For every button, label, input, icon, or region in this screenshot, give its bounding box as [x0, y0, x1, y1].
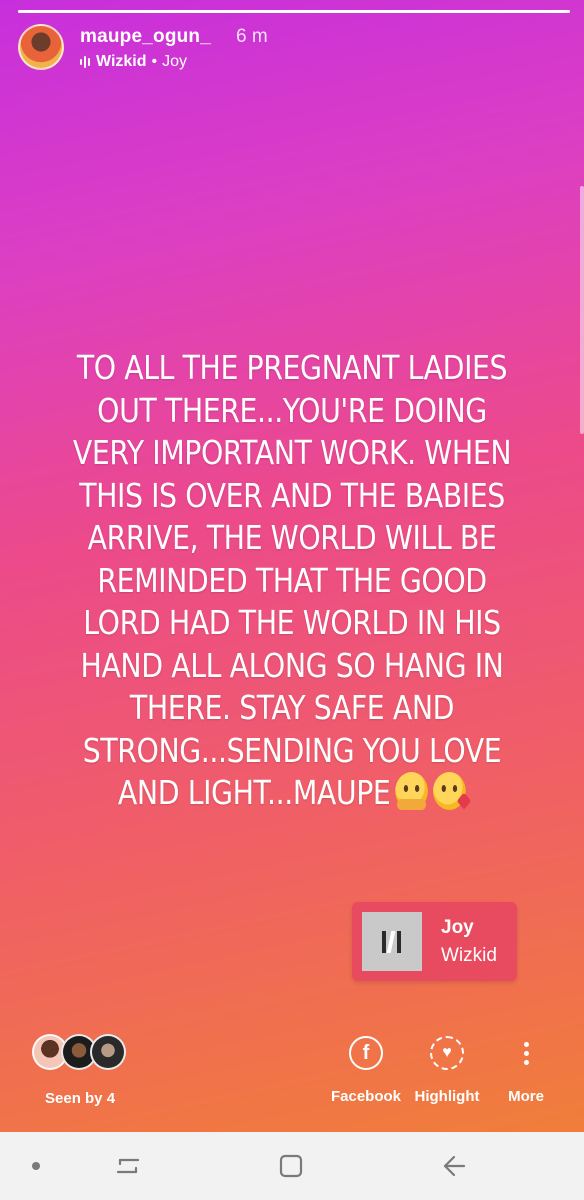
story-progress-bar: [18, 10, 570, 13]
hugging-face-emoji: [395, 772, 429, 810]
story-message: TO ALL THE PREGNANT LADIES OUT THERE...Y…: [67, 347, 518, 815]
highlight-heart-icon: ♥: [430, 1036, 464, 1070]
recents-icon[interactable]: [110, 1148, 146, 1184]
more-button[interactable]: More: [500, 1036, 552, 1105]
music-attribution[interactable]: Wizkid • Joy: [80, 53, 187, 71]
music-artist: Wizkid: [96, 53, 147, 70]
avatar[interactable]: [18, 24, 64, 70]
music-sticker[interactable]: Joy Wizkid: [352, 902, 517, 981]
music-logo-icon: [379, 929, 405, 955]
story-message-text: TO ALL THE PREGNANT LADIES OUT THERE...Y…: [72, 348, 512, 812]
music-title: Joy: [162, 53, 188, 70]
username[interactable]: maupe_ogun_: [80, 26, 211, 48]
facebook-icon: f: [349, 1036, 383, 1070]
system-navigation-bar: [0, 1132, 584, 1200]
album-art: [362, 912, 422, 971]
face-blowing-kiss-emoji: [433, 772, 472, 810]
more-vertical-icon: [500, 1036, 552, 1070]
story-view[interactable]: maupe_ogun_ 6 m Wizkid • Joy TO ALL THE …: [0, 0, 584, 1132]
viewer-avatars[interactable]: [32, 1034, 132, 1074]
music-separator: •: [151, 53, 158, 70]
highlight-button[interactable]: ♥ Highlight: [412, 1036, 482, 1105]
facebook-label: Facebook: [330, 1088, 402, 1105]
highlight-label: Highlight: [414, 1088, 480, 1105]
home-icon[interactable]: [273, 1148, 309, 1184]
facebook-share-button[interactable]: f Facebook: [330, 1036, 402, 1105]
back-icon[interactable]: [436, 1148, 472, 1184]
seen-by-label[interactable]: Seen by 4: [45, 1090, 115, 1107]
edge-scroll-indicator: [580, 186, 584, 434]
sticker-artist: Wizkid: [441, 945, 497, 966]
audio-bars-icon: [80, 55, 90, 69]
sticker-song-title: Joy: [441, 917, 474, 938]
home-dot-icon[interactable]: [18, 1148, 54, 1184]
story-header: maupe_ogun_ 6 m Wizkid • Joy: [18, 22, 438, 74]
viewer-avatar: [90, 1034, 126, 1070]
story-progress-fill: [18, 10, 570, 13]
more-label: More: [508, 1088, 544, 1105]
time-ago: 6 m: [236, 26, 268, 47]
